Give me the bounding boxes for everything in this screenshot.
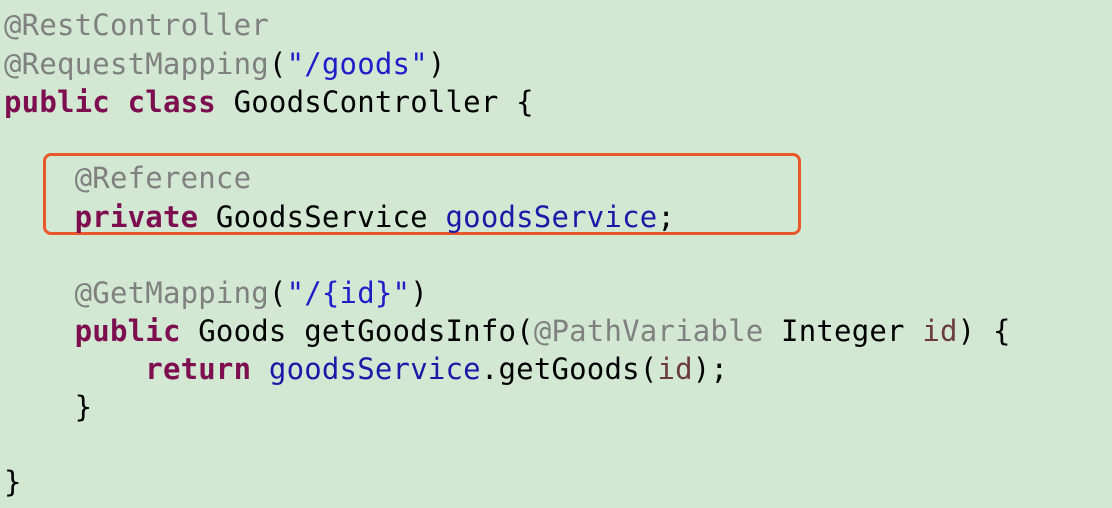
code-token: }	[4, 465, 22, 499]
code-token: "/{id}"	[286, 276, 411, 310]
code-token: return	[145, 352, 252, 386]
code-token: .getGoods(	[480, 352, 658, 386]
code-token: (	[268, 276, 287, 310]
code-line: @RequestMapping("/goods")	[4, 45, 446, 83]
code-token: Goods getGoodsInfo(	[180, 314, 534, 348]
code-token: }	[4, 390, 93, 424]
code-token: @PathVariable	[533, 314, 764, 348]
code-token: ) {	[957, 314, 1011, 348]
code-token: GoodsController {	[215, 85, 534, 119]
code-line: @Reference	[4, 159, 251, 197]
code-token: id	[657, 352, 693, 386]
code-line: }	[4, 388, 92, 426]
code-token: "/goods"	[286, 47, 428, 81]
code-line: public Goods getGoodsInfo(@PathVariable …	[4, 312, 1011, 350]
code-token: ;	[657, 200, 676, 234]
code-line: @RestController	[4, 6, 269, 44]
code-token: @RestController	[4, 8, 269, 42]
code-token: )	[427, 47, 446, 81]
code-token: Integer	[763, 314, 923, 348]
code-token: @Reference	[74, 161, 252, 195]
code-token: public	[4, 85, 110, 119]
code-token: GoodsService	[198, 200, 446, 234]
code-token: goodsService	[268, 352, 481, 386]
code-token: );	[692, 352, 729, 386]
code-token: )	[410, 276, 428, 310]
code-line: @GetMapping("/{id}")	[4, 274, 428, 312]
code-token: public	[74, 314, 181, 348]
code-line: public class GoodsController {	[4, 83, 534, 121]
code-line: }	[4, 463, 22, 501]
code-line: private GoodsService goodsService;	[4, 198, 675, 236]
code-token: (	[268, 47, 287, 81]
code-token: private	[74, 200, 199, 234]
code-token: goodsService	[445, 200, 658, 234]
code-token: @RequestMapping	[4, 47, 269, 81]
code-editor: @RestController @RequestMapping("/goods")…	[0, 0, 1112, 508]
code-token: id	[922, 314, 958, 348]
code-line: return goodsService.getGoods(id);	[4, 350, 728, 388]
code-token: @GetMapping	[74, 276, 269, 310]
code-token: class	[127, 85, 216, 119]
